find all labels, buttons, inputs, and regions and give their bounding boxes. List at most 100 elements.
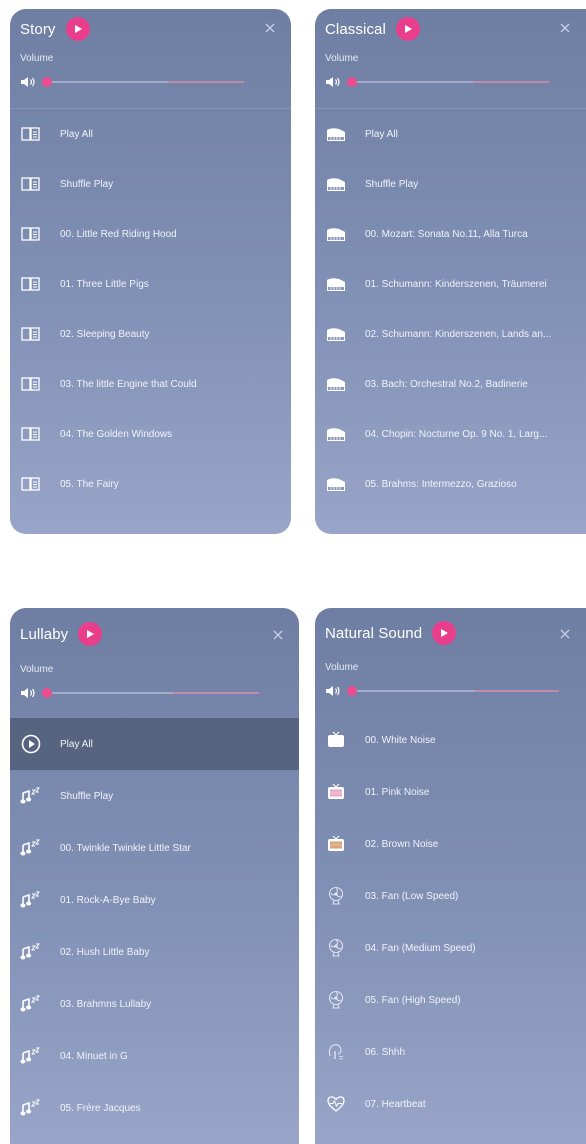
play-icon — [87, 630, 95, 638]
list-item[interactable]: 01. Rock-A-Bye Baby — [10, 874, 299, 926]
list-item[interactable]: 03. Fan (Low Speed) — [315, 870, 586, 922]
track-list: Play All Shuffle Play 00. Mozart: Sonata N… — [315, 109, 586, 509]
close-icon[interactable] — [558, 627, 572, 641]
list-item[interactable]: Shuffle Play — [315, 159, 586, 209]
list-item-label: 05. Fan (High Speed) — [365, 994, 461, 1006]
fan-icon — [325, 885, 347, 907]
list-item-label: 05. The Fairy — [60, 478, 119, 490]
close-icon[interactable] — [263, 21, 277, 35]
fan-icon — [325, 937, 347, 959]
list-item[interactable]: 02. Schumann: Kinderszenen, Lands an... — [315, 309, 586, 359]
volume-slider[interactable] — [347, 686, 559, 696]
speaker-icon[interactable] — [20, 687, 36, 699]
book-icon — [20, 123, 42, 145]
story-panel: Story Volume Play All Shuffle Play 00. Lit… — [10, 9, 291, 534]
list-item[interactable]: Shuffle Play — [10, 770, 299, 822]
list-item-label: 04. Chopin: Nocturne Op. 9 No. 1, Larg..… — [365, 428, 548, 440]
list-item[interactable]: 04. Fan (Medium Speed) — [315, 922, 586, 974]
list-item-label: 04. Fan (Medium Speed) — [365, 942, 476, 954]
list-item-label: 07. Heartbeat — [365, 1098, 426, 1110]
list-item[interactable]: 05. Frère Jacques — [10, 1082, 299, 1134]
panel-header: Natural Sound — [315, 608, 586, 658]
play-button[interactable] — [65, 17, 90, 41]
list-item[interactable]: 05. The Fairy — [10, 459, 291, 509]
list-item-label: Shuffle Play — [60, 790, 114, 802]
panel-title: Natural Sound — [325, 624, 423, 642]
piano-icon — [325, 223, 347, 245]
volume-track-filled — [44, 692, 173, 694]
natural-sound-panel: Natural Sound Volume 00. White Noise 01. … — [315, 608, 586, 1144]
list-item[interactable]: 02. Hush Little Baby — [10, 926, 299, 978]
list-item[interactable]: 06. Shhh — [315, 1026, 586, 1078]
list-item-label: 01. Pink Noise — [365, 786, 430, 798]
list-item[interactable]: 00. White Noise — [315, 714, 586, 766]
list-item-label: Play All — [365, 128, 398, 140]
play-circle-icon — [20, 733, 42, 755]
book-icon — [20, 323, 42, 345]
book-icon — [20, 273, 42, 295]
book-icon — [20, 173, 42, 195]
volume-thumb[interactable] — [42, 688, 52, 698]
speaker-icon[interactable] — [20, 76, 36, 88]
list-item[interactable]: 00. Mozart: Sonata No.11, Alla Turca — [315, 209, 586, 259]
speaker-icon[interactable] — [325, 76, 341, 88]
list-item[interactable]: 03. Bach: Orchestral No.2, Badinerie — [315, 359, 586, 409]
list-item-label: 00. Mozart: Sonata No.11, Alla Turca — [365, 228, 528, 240]
volume-slider[interactable] — [42, 77, 244, 87]
list-item-label: 03. The little Engine that Could — [60, 378, 197, 390]
heartbeat-icon — [325, 1093, 347, 1115]
piano-icon — [325, 273, 347, 295]
list-item[interactable]: 04. The Golden Windows — [10, 409, 291, 459]
play-button[interactable] — [78, 622, 103, 646]
volume-label: Volume — [325, 662, 359, 673]
list-item[interactable]: Play All — [10, 718, 299, 770]
list-item[interactable]: 05. Brahms: Intermezzo, Grazioso — [315, 459, 586, 509]
track-list: 00. White Noise 01. Pink Noise 02. Brown N… — [315, 714, 586, 1130]
list-item[interactable]: 03. The little Engine that Could — [10, 359, 291, 409]
list-item-label: 05. Brahms: Intermezzo, Grazioso — [365, 478, 517, 490]
play-button[interactable] — [395, 17, 420, 41]
list-item[interactable]: 01. Schumann: Kinderszenen, Träumerei — [315, 259, 586, 309]
list-item[interactable]: 07. Heartbeat — [315, 1078, 586, 1130]
panel-title: Classical — [325, 20, 386, 38]
list-item-label: 00. White Noise — [365, 734, 436, 746]
list-item[interactable]: 01. Three Little Pigs — [10, 259, 291, 309]
panel-header: Classical — [315, 9, 586, 49]
list-item[interactable]: 01. Pink Noise — [315, 766, 586, 818]
list-item[interactable]: Play All — [315, 109, 586, 159]
list-item-label: 02. Hush Little Baby — [60, 946, 150, 958]
list-item[interactable]: 03. Brahmns Lullaby — [10, 978, 299, 1030]
book-icon — [20, 223, 42, 245]
list-item-label: 02. Schumann: Kinderszenen, Lands an... — [365, 328, 552, 340]
play-icon — [441, 629, 449, 637]
panel-header: Story — [10, 9, 291, 49]
music-sleep-icon — [20, 785, 42, 807]
list-item-label: 05. Frère Jacques — [60, 1102, 141, 1114]
close-icon[interactable] — [558, 21, 572, 35]
lullaby-panel: Lullaby Volume Play All Shuffle Play 00. T… — [10, 608, 299, 1144]
volume-slider[interactable] — [42, 688, 259, 698]
speaker-icon[interactable] — [325, 685, 341, 697]
fan-icon — [325, 989, 347, 1011]
list-item-label: 00. Twinkle Twinkle Little Star — [60, 842, 191, 854]
list-item[interactable]: 05. Fan (High Speed) — [315, 974, 586, 1026]
list-item-label: 01. Rock-A-Bye Baby — [60, 894, 156, 906]
play-button[interactable] — [432, 621, 457, 645]
piano-icon — [325, 123, 347, 145]
list-item[interactable]: 04. Minuet in G — [10, 1030, 299, 1082]
list-item[interactable]: 00. Twinkle Twinkle Little Star — [10, 822, 299, 874]
volume-thumb[interactable] — [347, 77, 357, 87]
list-item[interactable]: 00. Little Red Riding Hood — [10, 209, 291, 259]
list-item[interactable]: 04. Chopin: Nocturne Op. 9 No. 1, Larg..… — [315, 409, 586, 459]
panel-title: Lullaby — [20, 625, 69, 643]
volume-thumb[interactable] — [42, 77, 52, 87]
volume-thumb[interactable] — [347, 686, 357, 696]
list-item[interactable]: 02. Sleeping Beauty — [10, 309, 291, 359]
play-icon — [404, 25, 412, 33]
list-item[interactable]: Shuffle Play — [10, 159, 291, 209]
list-item[interactable]: Play All — [10, 109, 291, 159]
list-item[interactable]: 02. Brown Noise — [315, 818, 586, 870]
music-sleep-icon — [20, 889, 42, 911]
volume-slider[interactable] — [347, 77, 549, 87]
close-icon[interactable] — [271, 628, 285, 642]
